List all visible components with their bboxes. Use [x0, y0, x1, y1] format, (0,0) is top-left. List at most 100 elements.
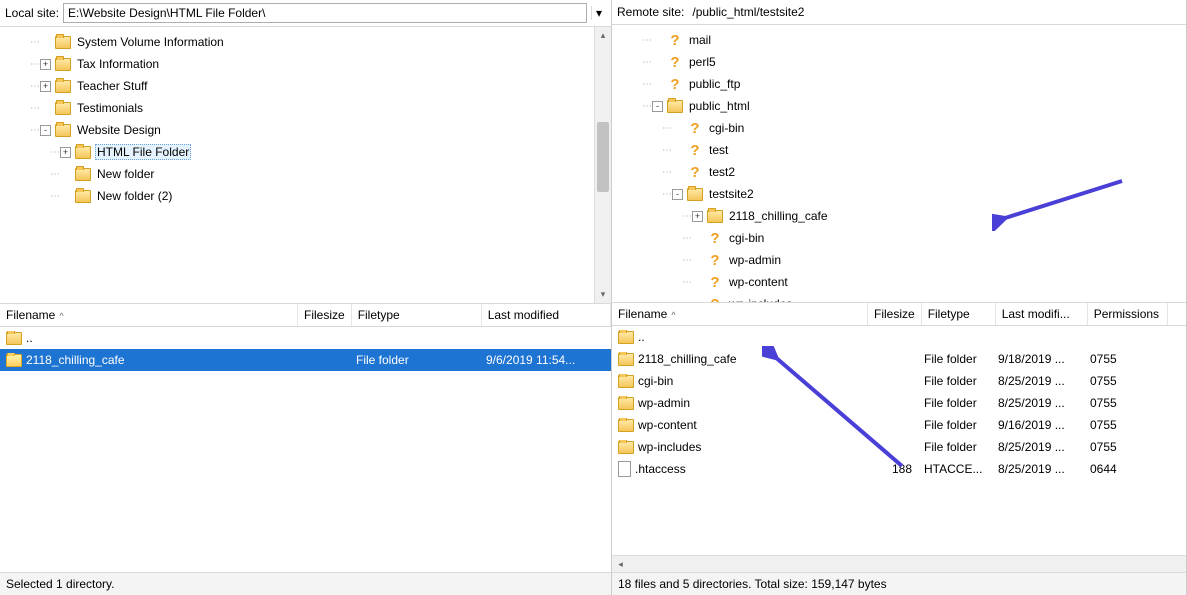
list-row[interactable]: .htaccess188HTACCE...8/25/2019 ...0644 — [612, 458, 1186, 480]
folder-icon — [55, 102, 71, 115]
folder-icon — [687, 188, 703, 201]
tree-item[interactable]: ⋯?test2 — [622, 161, 1186, 183]
col-filetype[interactable]: Filetype — [352, 304, 482, 326]
tree-item-label: test — [707, 143, 730, 157]
list-row[interactable]: .. — [612, 326, 1186, 348]
tree-expander-icon[interactable]: + — [60, 147, 71, 158]
local-tree[interactable]: ⋯System Volume Information⋯+Tax Informat… — [0, 27, 611, 304]
file-permissions: 0755 — [1084, 418, 1164, 432]
tree-expander-icon[interactable]: + — [692, 211, 703, 222]
tree-item-label: Tax Information — [75, 57, 161, 71]
remote-path-input[interactable] — [688, 3, 1181, 21]
tree-expander-icon[interactable]: + — [40, 81, 51, 92]
tree-item[interactable]: ⋯+Tax Information — [10, 53, 611, 75]
scroll-up-icon[interactable]: ▴ — [595, 27, 611, 44]
tree-item[interactable]: ⋯-testsite2 — [622, 183, 1186, 205]
folder-icon — [618, 397, 634, 410]
tree-item[interactable]: ⋯?test — [622, 139, 1186, 161]
tree-expander-icon[interactable]: - — [672, 189, 683, 200]
local-list[interactable]: ..2118_chilling_cafeFile folder9/6/2019 … — [0, 327, 611, 572]
col-filetype[interactable]: Filetype — [922, 303, 996, 325]
remote-list-hscroll[interactable]: ◂ — [612, 555, 1186, 572]
tree-item[interactable]: ⋯?mail — [622, 29, 1186, 51]
tree-item[interactable]: ⋯+2118_chilling_cafe — [622, 205, 1186, 227]
scroll-thumb[interactable] — [597, 122, 609, 192]
list-row[interactable]: wp-adminFile folder8/25/2019 ...0755 — [612, 392, 1186, 414]
unknown-icon: ? — [707, 296, 723, 303]
tree-item[interactable]: ⋯System Volume Information — [10, 31, 611, 53]
list-row[interactable]: .. — [0, 327, 611, 349]
unknown-icon: ? — [667, 76, 683, 92]
col-lastmod[interactable]: Last modified — [482, 304, 611, 326]
col-permissions[interactable]: Permissions — [1088, 303, 1168, 325]
tree-item[interactable]: ⋯?cgi-bin — [622, 227, 1186, 249]
remote-list[interactable]: ..2118_chilling_cafeFile folder9/18/2019… — [612, 326, 1186, 555]
scroll-left-icon[interactable]: ◂ — [612, 559, 629, 570]
remote-status-bar: 18 files and 5 directories. Total size: … — [612, 572, 1186, 595]
file-modified: 8/25/2019 ... — [992, 440, 1084, 454]
remote-tree[interactable]: ⋯?mail⋯?perl5⋯?public_ftp⋯-public_html⋯?… — [612, 25, 1186, 303]
tree-item[interactable]: ⋯?wp-includes — [622, 293, 1186, 303]
file-type: File folder — [350, 353, 480, 367]
folder-icon — [667, 100, 683, 113]
tree-item-label: 2118_chilling_cafe — [727, 209, 830, 223]
tree-item[interactable]: ⋯-Website Design — [10, 119, 611, 141]
file-permissions: 0755 — [1084, 374, 1164, 388]
file-modified: 8/25/2019 ... — [992, 374, 1084, 388]
folder-icon — [75, 168, 91, 181]
file-type: File folder — [918, 418, 992, 432]
list-row[interactable]: wp-includesFile folder8/25/2019 ...0755 — [612, 436, 1186, 458]
scroll-down-icon[interactable]: ▾ — [595, 286, 611, 303]
file-name: .. — [26, 331, 33, 345]
col-lastmod[interactable]: Last modifi... — [996, 303, 1088, 325]
list-row[interactable]: 2118_chilling_cafeFile folder9/18/2019 .… — [612, 348, 1186, 370]
list-row[interactable]: 2118_chilling_cafeFile folder9/6/2019 11… — [0, 349, 611, 371]
unknown-icon: ? — [707, 252, 723, 268]
file-modified: 9/16/2019 ... — [992, 418, 1084, 432]
file-name: cgi-bin — [638, 374, 673, 388]
unknown-icon: ? — [707, 230, 723, 246]
col-filesize[interactable]: Filesize — [868, 303, 922, 325]
tree-item[interactable]: ⋯-public_html — [622, 95, 1186, 117]
local-path-input[interactable] — [63, 3, 587, 23]
tree-item[interactable]: ⋯?wp-content — [622, 271, 1186, 293]
folder-icon — [55, 58, 71, 71]
tree-item[interactable]: ⋯?wp-admin — [622, 249, 1186, 271]
local-site-bar: Local site: ▾ — [0, 0, 611, 27]
file-modified: 9/18/2019 ... — [992, 352, 1084, 366]
local-site-label: Local site: — [5, 6, 59, 20]
tree-item[interactable]: ⋯?cgi-bin — [622, 117, 1186, 139]
tree-item[interactable]: ⋯New folder (2) — [10, 185, 611, 207]
file-permissions: 0755 — [1084, 396, 1164, 410]
local-path-dropdown-icon[interactable]: ▾ — [591, 6, 606, 20]
col-filename[interactable]: Filename — [0, 304, 298, 326]
folder-icon — [75, 190, 91, 203]
tree-expander-icon[interactable]: + — [40, 59, 51, 70]
unknown-icon: ? — [707, 274, 723, 290]
tree-item-label: New folder — [95, 167, 156, 181]
remote-list-header: Filename Filesize Filetype Last modifi..… — [612, 303, 1186, 326]
list-row[interactable]: wp-contentFile folder9/16/2019 ...0755 — [612, 414, 1186, 436]
col-filename[interactable]: Filename — [612, 303, 868, 325]
tree-item[interactable]: ⋯Testimonials — [10, 97, 611, 119]
tree-item-label: New folder (2) — [95, 189, 174, 203]
tree-item-label: Testimonials — [75, 101, 145, 115]
folder-icon — [618, 353, 634, 366]
tree-expander-icon[interactable]: - — [40, 125, 51, 136]
tree-item[interactable]: ⋯New folder — [10, 163, 611, 185]
tree-item[interactable]: ⋯?perl5 — [622, 51, 1186, 73]
tree-item[interactable]: ⋯?public_ftp — [622, 73, 1186, 95]
tree-expander-icon[interactable]: - — [652, 101, 663, 112]
tree-item-label: cgi-bin — [707, 121, 746, 135]
col-filesize[interactable]: Filesize — [298, 304, 352, 326]
file-name: 2118_chilling_cafe — [26, 353, 125, 367]
list-row[interactable]: cgi-binFile folder8/25/2019 ...0755 — [612, 370, 1186, 392]
local-tree-scrollbar[interactable]: ▴ ▾ — [594, 27, 611, 303]
tree-item[interactable]: ⋯+Teacher Stuff — [10, 75, 611, 97]
file-type: File folder — [918, 352, 992, 366]
file-permissions: 0755 — [1084, 352, 1164, 366]
tree-item[interactable]: ⋯+HTML File Folder — [10, 141, 611, 163]
file-permissions: 0755 — [1084, 440, 1164, 454]
file-name: .htaccess — [635, 462, 686, 476]
file-size: 188 — [868, 462, 918, 476]
